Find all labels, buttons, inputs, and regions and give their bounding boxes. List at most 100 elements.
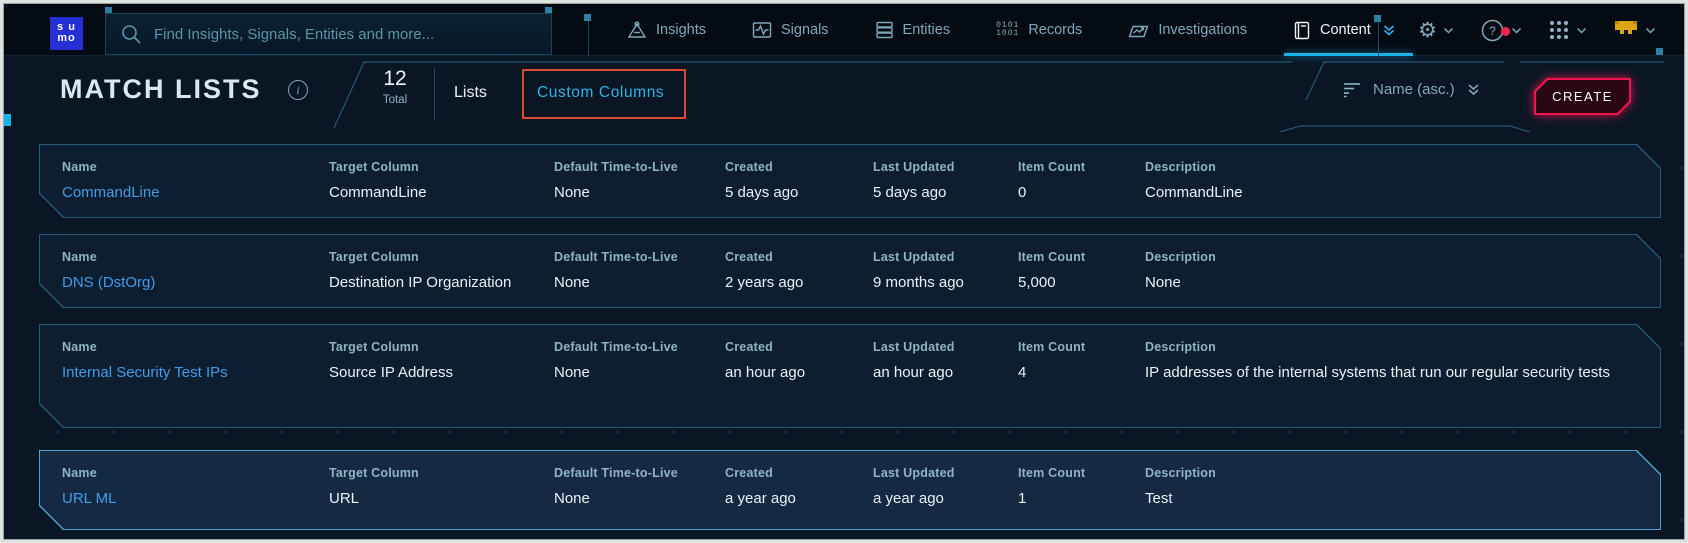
chevron-down-icon xyxy=(1645,27,1656,34)
signals-icon xyxy=(752,21,772,39)
column-label: Description xyxy=(1145,250,1622,264)
svg-text:?: ? xyxy=(1489,24,1496,38)
nav-item-investigations[interactable]: Investigations xyxy=(1105,4,1270,56)
description-value: None xyxy=(1145,273,1622,292)
column-label: Name xyxy=(62,250,313,264)
topbar-utilities: ⚙ ? xyxy=(1418,4,1656,56)
item-count-value: 0 xyxy=(1018,183,1129,202)
match-list-name-link[interactable]: Internal Security Test IPs xyxy=(62,363,313,382)
item-count-value: 5,000 xyxy=(1018,273,1129,292)
created-value: an hour ago xyxy=(725,363,857,382)
column-label: Name xyxy=(62,160,313,174)
created-value: 5 days ago xyxy=(725,183,857,202)
tab-custom-columns[interactable]: Custom Columns xyxy=(537,84,664,102)
column-label: Item Count xyxy=(1018,466,1129,480)
column-label: Last Updated xyxy=(873,250,1002,264)
tab-lists[interactable]: Lists xyxy=(454,84,487,102)
nav-item-signals[interactable]: Signals xyxy=(729,4,852,56)
ttl-value: None xyxy=(554,489,709,508)
updated-value: 5 days ago xyxy=(873,183,1002,202)
divider xyxy=(588,18,589,56)
page-title: MATCH LISTS xyxy=(60,74,261,105)
column-label: Created xyxy=(725,160,857,174)
match-list-name-link[interactable]: DNS (DstOrg) xyxy=(62,273,313,292)
help-menu[interactable]: ? xyxy=(1480,18,1522,43)
target-column-value: Destination IP Organization xyxy=(329,273,538,292)
column-label: Name xyxy=(62,466,313,480)
create-button[interactable]: CREATE xyxy=(1534,78,1631,115)
sort-icon xyxy=(1342,81,1362,98)
description-value: Test xyxy=(1145,489,1622,508)
corner-mark xyxy=(584,14,591,21)
apps-menu[interactable] xyxy=(1548,19,1587,41)
match-list-name-link[interactable]: CommandLine xyxy=(62,183,313,202)
match-list-row[interactable]: Name Internal Security Test IPs Target C… xyxy=(39,324,1661,428)
column-label: Description xyxy=(1145,160,1622,174)
match-list-row[interactable]: Name URL ML Target Column URL Default Ti… xyxy=(39,450,1661,530)
created-value: 2 years ago xyxy=(725,273,857,292)
column-label: Description xyxy=(1145,466,1622,480)
nav-label: Records xyxy=(1028,22,1082,38)
description-value: CommandLine xyxy=(1145,183,1622,202)
ttl-value: None xyxy=(554,363,709,382)
match-list-area: Name CommandLine Target Column CommandLi… xyxy=(4,132,1684,539)
apps-grid-icon xyxy=(1548,19,1570,41)
column-label: Item Count xyxy=(1018,160,1129,174)
description-value: IP addresses of the internal systems tha… xyxy=(1145,363,1622,382)
nav-label: Investigations xyxy=(1158,22,1247,38)
chevron-double-down-icon xyxy=(1382,24,1396,37)
nav-item-content[interactable]: Content xyxy=(1270,4,1419,56)
nav-item-records[interactable]: 01011001 Records xyxy=(973,4,1105,56)
column-label: Target Column xyxy=(329,250,538,264)
primary-nav: Insights Signals Entitie xyxy=(604,4,1419,56)
column-label: Default Time-to-Live xyxy=(554,250,709,264)
updated-value: a year ago xyxy=(873,489,1002,508)
total-count-label: Total xyxy=(366,94,424,106)
column-label: Description xyxy=(1145,340,1622,354)
settings-menu[interactable]: ⚙ xyxy=(1418,20,1454,41)
corner-mark xyxy=(1656,48,1663,55)
chevron-down-icon xyxy=(1511,27,1522,34)
target-column-value: Source IP Address xyxy=(329,363,538,382)
match-list-row[interactable]: Name DNS (DstOrg) Target Column Destinat… xyxy=(39,234,1661,308)
sort-label: Name (asc.) xyxy=(1373,81,1455,98)
match-list-name-link[interactable]: URL ML xyxy=(62,489,313,508)
ttl-value: None xyxy=(554,273,709,292)
user-menu[interactable] xyxy=(1613,19,1656,41)
info-icon[interactable]: i xyxy=(288,80,308,100)
sort-control[interactable]: Name (asc.) xyxy=(1342,81,1481,98)
created-value: a year ago xyxy=(725,489,857,508)
item-count-value: 1 xyxy=(1018,489,1129,508)
nav-label: Insights xyxy=(656,22,706,38)
nav-label: Content xyxy=(1320,22,1371,38)
divider xyxy=(434,68,435,120)
target-column-value: URL xyxy=(329,489,538,508)
global-search xyxy=(105,13,552,55)
column-label: Default Time-to-Live xyxy=(554,466,709,480)
nav-item-insights[interactable]: Insights xyxy=(604,4,729,56)
nav-item-entities[interactable]: Entities xyxy=(852,4,974,56)
updated-value: an hour ago xyxy=(873,363,1002,382)
column-label: Item Count xyxy=(1018,250,1129,264)
cloud-siem-shell: s u mo Insights xyxy=(3,3,1685,540)
column-label: Created xyxy=(725,250,857,264)
search-input[interactable] xyxy=(154,26,534,43)
column-label: Created xyxy=(725,340,857,354)
column-label: Last Updated xyxy=(873,466,1002,480)
app-window: s u mo Insights xyxy=(0,0,1688,543)
chevron-down-icon xyxy=(1443,27,1454,34)
divider xyxy=(1378,22,1379,56)
column-label: Target Column xyxy=(329,340,538,354)
match-list-row[interactable]: Name CommandLine Target Column CommandLi… xyxy=(39,144,1661,218)
page-header: MATCH LISTS i 12 Total Lists Custom Colu… xyxy=(4,56,1684,132)
records-icon: 01011001 xyxy=(996,22,1019,38)
gear-icon: ⚙ xyxy=(1418,20,1437,41)
search-icon xyxy=(120,23,142,45)
nav-label: Entities xyxy=(903,22,951,38)
ttl-value: None xyxy=(554,183,709,202)
item-count-value: 4 xyxy=(1018,363,1129,382)
total-count: 12 Total xyxy=(366,67,424,106)
corner-mark xyxy=(1374,15,1381,22)
sumo-logic-logo[interactable]: s u mo xyxy=(50,17,83,50)
total-count-value: 12 xyxy=(366,67,424,91)
